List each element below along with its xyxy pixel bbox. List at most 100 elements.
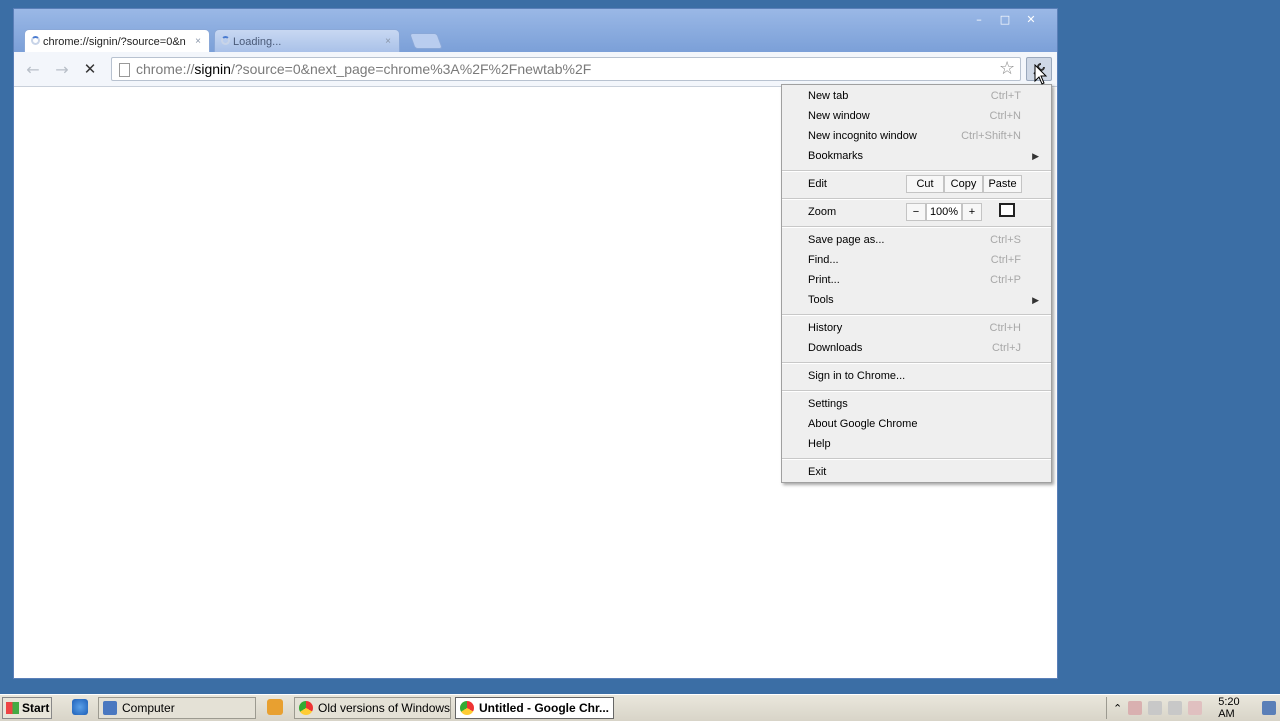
menu-separator bbox=[782, 226, 1051, 228]
fullscreen-icon bbox=[999, 203, 1015, 217]
chrome-icon bbox=[299, 701, 313, 715]
chrome-icon bbox=[460, 701, 474, 715]
url-scheme: chrome:// bbox=[136, 61, 195, 77]
menu-item-label: Bookmarks bbox=[808, 150, 864, 162]
menu-item-help[interactable]: Help bbox=[808, 434, 1021, 454]
tab-close-icon[interactable]: × bbox=[195, 36, 201, 47]
forward-button[interactable]: → bbox=[52, 59, 72, 79]
zoom-level: 100% bbox=[926, 203, 962, 221]
tab-close-icon[interactable]: × bbox=[385, 36, 391, 47]
taskbar-item-chrome-untitled[interactable]: Untitled - Google Chr... bbox=[455, 697, 614, 719]
tab-loading[interactable]: Loading... × bbox=[214, 29, 400, 53]
computer-icon bbox=[103, 701, 117, 715]
menu-item-new-incognito[interactable]: New incognito window Ctrl+Shift+N bbox=[808, 126, 1021, 146]
menu-item-shortcut: Ctrl+H bbox=[989, 322, 1021, 334]
menu-separator bbox=[782, 362, 1051, 364]
network-alert-icon[interactable] bbox=[1128, 701, 1143, 715]
menu-item-shortcut: Ctrl+J bbox=[991, 342, 1021, 354]
menu-item-label: Zoom bbox=[808, 206, 837, 218]
omnibox[interactable]: chrome://signin/?source=0&next_page=chro… bbox=[111, 57, 1021, 81]
windows-logo-icon bbox=[6, 702, 19, 714]
clock[interactable]: 5:20 AM bbox=[1218, 696, 1256, 720]
display-icon[interactable] bbox=[1168, 701, 1183, 715]
menu-item-label: About Google Chrome bbox=[808, 418, 918, 430]
tab-title: Loading... bbox=[233, 35, 282, 48]
menu-item-print[interactable]: Print... Ctrl+P bbox=[808, 270, 1021, 290]
taskbar-item-label: Computer bbox=[122, 701, 175, 715]
loading-spinner-icon bbox=[221, 36, 230, 45]
tray-expand-icon[interactable]: ⌃ bbox=[1113, 702, 1122, 715]
menu-separator bbox=[782, 390, 1051, 392]
paste-button[interactable]: Paste bbox=[983, 175, 1022, 193]
minimize-button[interactable]: – bbox=[967, 11, 991, 27]
menu-item-label: Find... bbox=[808, 254, 839, 266]
menu-item-label: New tab bbox=[808, 90, 849, 102]
menu-item-label: Downloads bbox=[808, 342, 863, 354]
menu-item-downloads[interactable]: Downloads Ctrl+J bbox=[808, 338, 1021, 358]
copy-button[interactable]: Copy bbox=[944, 175, 983, 193]
back-button[interactable]: ← bbox=[23, 59, 43, 79]
menu-item-history[interactable]: History Ctrl+H bbox=[808, 318, 1021, 338]
network-icon[interactable] bbox=[1148, 701, 1163, 715]
zoom-in-button[interactable]: + bbox=[962, 203, 982, 221]
menu-separator bbox=[782, 198, 1051, 200]
taskbar-item-label: Untitled - Google Chr... bbox=[479, 701, 609, 715]
menu-item-label: Exit bbox=[808, 466, 827, 478]
menu-item-label: New incognito window bbox=[808, 130, 917, 142]
menu-item-find[interactable]: Find... Ctrl+F bbox=[808, 250, 1021, 270]
menu-item-label: Sign in to Chrome... bbox=[808, 370, 906, 382]
menu-item-label: History bbox=[808, 322, 843, 334]
page-icon bbox=[119, 63, 130, 77]
menu-separator bbox=[782, 314, 1051, 316]
volume-muted-icon[interactable] bbox=[1188, 701, 1203, 715]
menu-item-save-page[interactable]: Save page as... Ctrl+S bbox=[808, 230, 1021, 250]
submenu-arrow-icon: ▶ bbox=[1032, 150, 1039, 161]
cut-button[interactable]: Cut bbox=[906, 175, 944, 193]
menu-separator bbox=[782, 458, 1051, 460]
menu-item-label: Help bbox=[808, 438, 831, 450]
taskbar-item-old-versions[interactable]: Old versions of Windows... bbox=[294, 697, 451, 719]
fullscreen-button[interactable] bbox=[999, 203, 1015, 217]
menu-item-label: Settings bbox=[808, 398, 848, 410]
menu-item-tools[interactable]: Tools ▶ bbox=[808, 290, 1039, 310]
menu-item-shortcut: Ctrl+S bbox=[990, 234, 1021, 246]
menu-item-settings[interactable]: Settings bbox=[808, 394, 1021, 414]
zoom-controls: − 100% + bbox=[906, 203, 982, 221]
menu-item-label: Print... bbox=[808, 274, 840, 286]
close-window-button[interactable]: ✕ bbox=[1019, 11, 1043, 27]
start-button[interactable]: Start bbox=[2, 697, 52, 719]
menu-item-shortcut: Ctrl+P bbox=[990, 274, 1021, 286]
mouse-cursor-icon bbox=[1034, 64, 1048, 85]
menu-item-bookmarks[interactable]: Bookmarks ▶ bbox=[808, 146, 1039, 166]
menu-item-shortcut: Ctrl+F bbox=[990, 254, 1021, 266]
menu-item-shortcut: Ctrl+T bbox=[990, 90, 1021, 102]
menu-item-label: Save page as... bbox=[808, 234, 885, 246]
taskbar-item-computer[interactable]: Computer bbox=[98, 697, 256, 719]
menu-item-label: Tools bbox=[808, 294, 834, 306]
bookmark-star-icon[interactable]: ☆ bbox=[999, 58, 1015, 79]
system-tray: ⌃ 5:20 AM bbox=[1106, 696, 1280, 720]
menu-item-sign-in[interactable]: Sign in to Chrome... bbox=[808, 366, 1021, 386]
menu-item-shortcut: Ctrl+N bbox=[989, 110, 1021, 122]
internet-explorer-icon[interactable] bbox=[72, 699, 88, 715]
menu-item-shortcut: Ctrl+Shift+N bbox=[961, 130, 1021, 142]
menu-item-label: New window bbox=[808, 110, 870, 122]
toolbar: ← → ✕ chrome://signin/?source=0&next_pag… bbox=[14, 52, 1057, 87]
maximize-button[interactable]: □ bbox=[993, 11, 1017, 27]
stop-button[interactable]: ✕ bbox=[80, 59, 100, 79]
media-player-icon[interactable] bbox=[267, 699, 283, 715]
submenu-arrow-icon: ▶ bbox=[1032, 294, 1039, 305]
menu-item-about[interactable]: About Google Chrome bbox=[808, 414, 1021, 434]
taskbar-item-label: Old versions of Windows... bbox=[318, 701, 451, 715]
zoom-out-button[interactable]: − bbox=[906, 203, 926, 221]
start-label: Start bbox=[22, 701, 50, 715]
tab-signin[interactable]: chrome://signin/?source=0&n × bbox=[24, 29, 210, 53]
show-desktop-icon[interactable] bbox=[1262, 701, 1276, 715]
new-tab-button[interactable] bbox=[409, 33, 443, 49]
tab-title: chrome://signin/?source=0&n bbox=[43, 35, 186, 48]
edit-button-group: Cut Copy Paste bbox=[906, 175, 1022, 193]
menu-item-new-tab[interactable]: New tab Ctrl+T bbox=[808, 86, 1021, 106]
menu-item-new-window[interactable]: New window Ctrl+N bbox=[808, 106, 1021, 126]
menu-item-exit[interactable]: Exit bbox=[808, 462, 1021, 482]
url-host: signin bbox=[194, 61, 231, 77]
